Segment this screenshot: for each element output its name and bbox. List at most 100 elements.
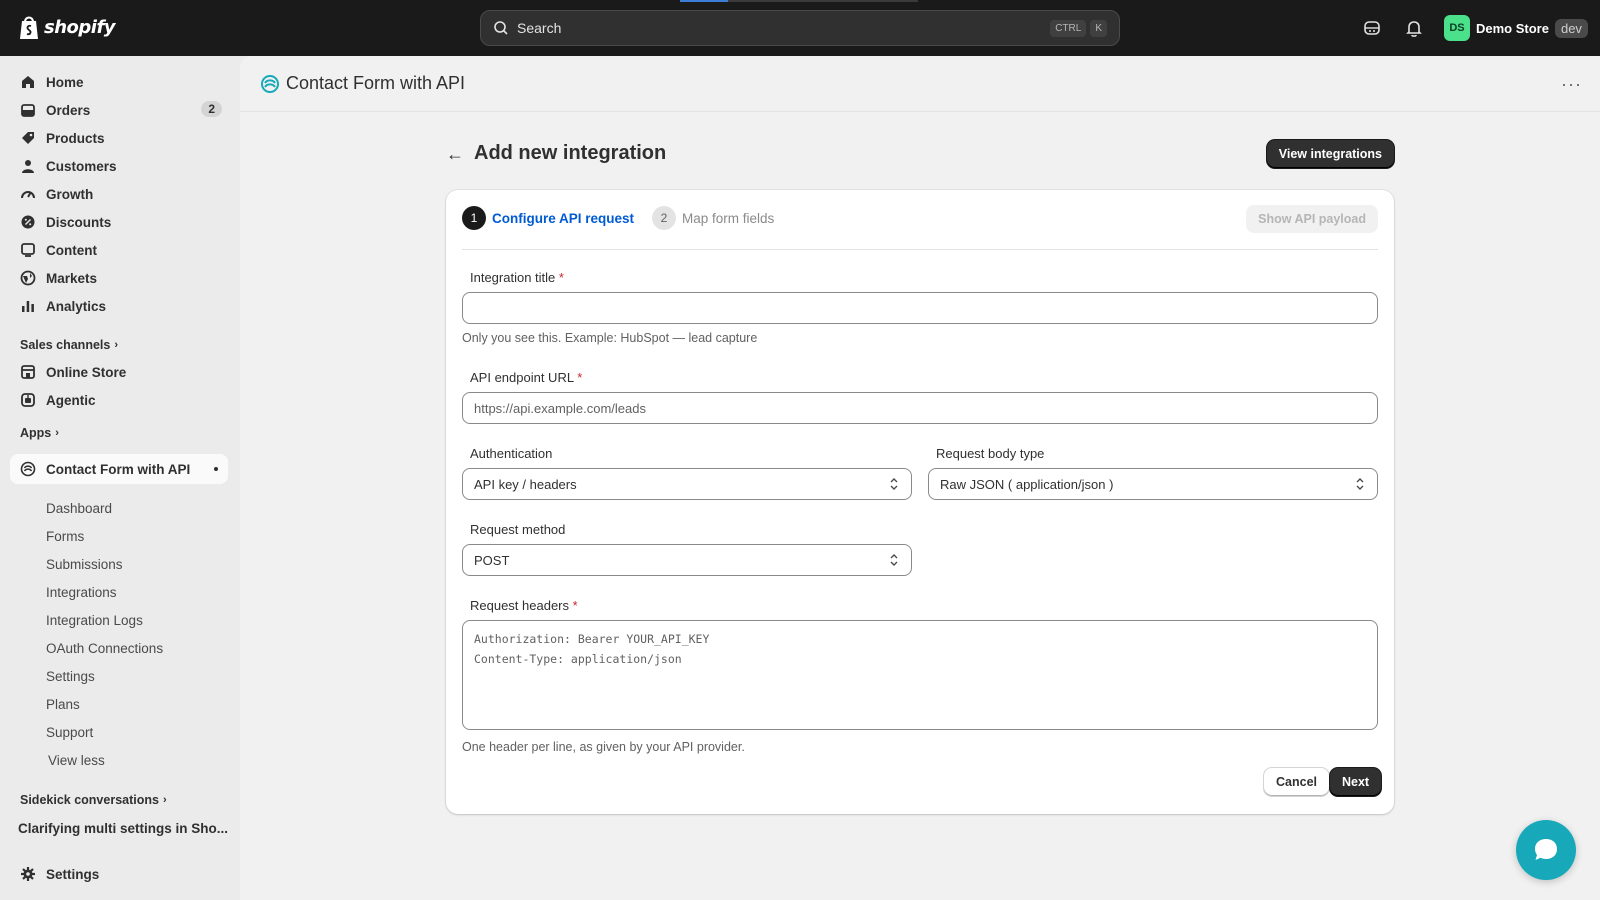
sidebar-subitem-integrations[interactable]: Integrations [46, 585, 117, 600]
discount-icon [21, 215, 35, 229]
select-value: Raw JSON ( application/json ) [940, 476, 1114, 492]
top-accent-bar [680, 0, 728, 2]
bell-icon[interactable] [1404, 18, 1424, 38]
sidebar-subitem-oauth-connections[interactable]: OAuth Connections [46, 641, 163, 656]
app-header: Contact Form with API ··· [240, 56, 1600, 112]
label-text: API endpoint URL [470, 370, 574, 385]
endpoint-url-input[interactable]: https://api.example.com/leads [462, 392, 1378, 424]
sidebar-subitem-forms[interactable]: Forms [46, 529, 84, 544]
top-accent-track [728, 0, 918, 2]
sidebar-item-label: Agentic [46, 392, 96, 408]
sidekick-conversation-item[interactable]: Clarifying multi settings in Sho... [18, 821, 228, 836]
request-method-label: Request method [470, 522, 566, 537]
step-configure-api[interactable]: 1 Configure API request [462, 206, 634, 230]
chevron-right-icon: › [114, 339, 118, 351]
sidekick-conversations-heading[interactable]: Sidekick conversations › [20, 793, 167, 807]
sidebar-item-online-store[interactable]: Online Store [10, 358, 228, 386]
sidebar-item-label: Discounts [46, 214, 112, 230]
sidebar-item-label: Settings [46, 866, 100, 882]
sidebar-subitem-dashboard[interactable]: Dashboard [46, 501, 112, 516]
integration-title-input[interactable] [462, 292, 1378, 324]
next-button[interactable]: Next [1330, 768, 1382, 796]
sidebar-item-contact-form-app[interactable]: Contact Form with API [10, 454, 228, 484]
orders-icon [21, 104, 35, 117]
integration-form-card: 1 Configure API request 2 Map form field… [446, 190, 1394, 814]
sidebar-subitem-plans[interactable]: Plans [46, 697, 80, 712]
integration-title-help: Only you see this. Example: HubSpot — le… [462, 331, 758, 345]
request-headers-label: Request headers * [470, 598, 578, 613]
label-text: Request headers [470, 598, 570, 613]
sidebar-subitem-settings[interactable]: Settings [46, 669, 95, 684]
request-headers-textarea[interactable]: Authorization: Bearer YOUR_API_KEY Conte… [462, 620, 1378, 730]
search-placeholder: Search [517, 20, 562, 36]
integration-title-label: Integration title * [470, 270, 564, 285]
tag-icon [22, 132, 34, 144]
sidebar-item-label: Products [46, 130, 105, 146]
sidebar-item-products[interactable]: Products [10, 124, 228, 152]
app-logo-icon [261, 74, 279, 93]
chevron-right-icon: › [162, 794, 167, 806]
store-badge: dev [1554, 18, 1588, 38]
view-integrations-button[interactable]: View integrations [1266, 140, 1394, 168]
gear-icon [21, 867, 35, 881]
app-logo-icon [20, 461, 36, 477]
page-header: ← Add new integration View integrations [446, 138, 1394, 174]
sidebar: Home Orders 2 Products Customers Growth … [0, 56, 240, 900]
sidebar-item-customers[interactable]: Customers [10, 152, 228, 180]
orders-count-badge: 2 [201, 101, 222, 117]
globe-icon [20, 270, 36, 286]
apps-heading[interactable]: Apps › [20, 426, 59, 440]
required-mark: * [577, 370, 583, 385]
sidebar-subitem-integration-logs[interactable]: Integration Logs [46, 613, 143, 628]
sidebar-item-content[interactable]: Content [10, 236, 228, 264]
step-map-fields[interactable]: 2 Map form fields [652, 206, 774, 230]
step-label: Configure API request [492, 210, 635, 226]
sidebar-subitem-submissions[interactable]: Submissions [46, 557, 123, 572]
select-arrows-icon [890, 478, 898, 490]
sidebar-item-label: Markets [46, 270, 98, 286]
sidekick-icon[interactable] [1362, 18, 1382, 38]
sidebar-item-analytics[interactable]: Analytics [10, 292, 228, 320]
back-arrow-icon[interactable]: ← [446, 144, 464, 165]
stepper: 1 Configure API request 2 Map form field… [462, 205, 1378, 250]
store-name: Demo Store [1476, 20, 1549, 36]
sidebar-subitem-support[interactable]: Support [46, 725, 93, 740]
person-icon [22, 160, 34, 173]
request-method-select[interactable]: POST [462, 544, 912, 576]
body-type-select[interactable]: Raw JSON ( application/json ) [928, 468, 1378, 500]
sidebar-item-settings[interactable]: Settings [10, 860, 228, 888]
chat-support-button[interactable] [1516, 820, 1576, 880]
step-number: 1 [462, 206, 486, 230]
shopify-logo[interactable]: shopify [18, 14, 116, 40]
sales-channels-label: Sales channels [20, 338, 111, 352]
show-api-payload-button[interactable]: Show API payload [1246, 205, 1378, 233]
select-arrows-icon [890, 554, 898, 566]
sidebar-item-growth[interactable]: Growth [10, 180, 228, 208]
chat-bubble-icon [1535, 839, 1557, 860]
view-less-link[interactable]: View less [48, 753, 105, 768]
sidebar-item-agentic[interactable]: Agentic [10, 386, 228, 414]
select-value: API key / headers [474, 476, 577, 492]
cancel-button[interactable]: Cancel [1264, 768, 1329, 796]
search-input[interactable]: Search CTRL K [480, 10, 1120, 46]
more-actions-icon[interactable]: ··· [1561, 74, 1582, 95]
authentication-select[interactable]: API key / headers [462, 468, 912, 500]
sidebar-item-home[interactable]: Home [10, 68, 228, 96]
apps-label: Apps [20, 426, 52, 440]
shortcut-key-ctrl: CTRL [1050, 19, 1087, 37]
sales-channels-heading[interactable]: Sales channels › [20, 338, 118, 352]
sidebar-item-orders[interactable]: Orders 2 [10, 96, 228, 124]
sidebar-item-markets[interactable]: Markets [10, 264, 228, 292]
step-label: Map form fields [682, 210, 775, 226]
agentic-icon [21, 393, 35, 407]
required-mark: * [558, 270, 564, 285]
sidebar-item-discounts[interactable]: Discounts [10, 208, 228, 236]
label-text: Integration title [470, 270, 556, 285]
store-switcher[interactable]: DS Demo Store dev [1444, 15, 1588, 41]
request-headers-help: One header per line, as given by your AP… [462, 740, 745, 754]
endpoint-label: API endpoint URL * [470, 370, 582, 385]
sidebar-item-label: Analytics [46, 298, 107, 314]
search-icon [494, 21, 508, 35]
chevron-right-icon: › [55, 427, 59, 439]
select-value: POST [474, 552, 510, 568]
